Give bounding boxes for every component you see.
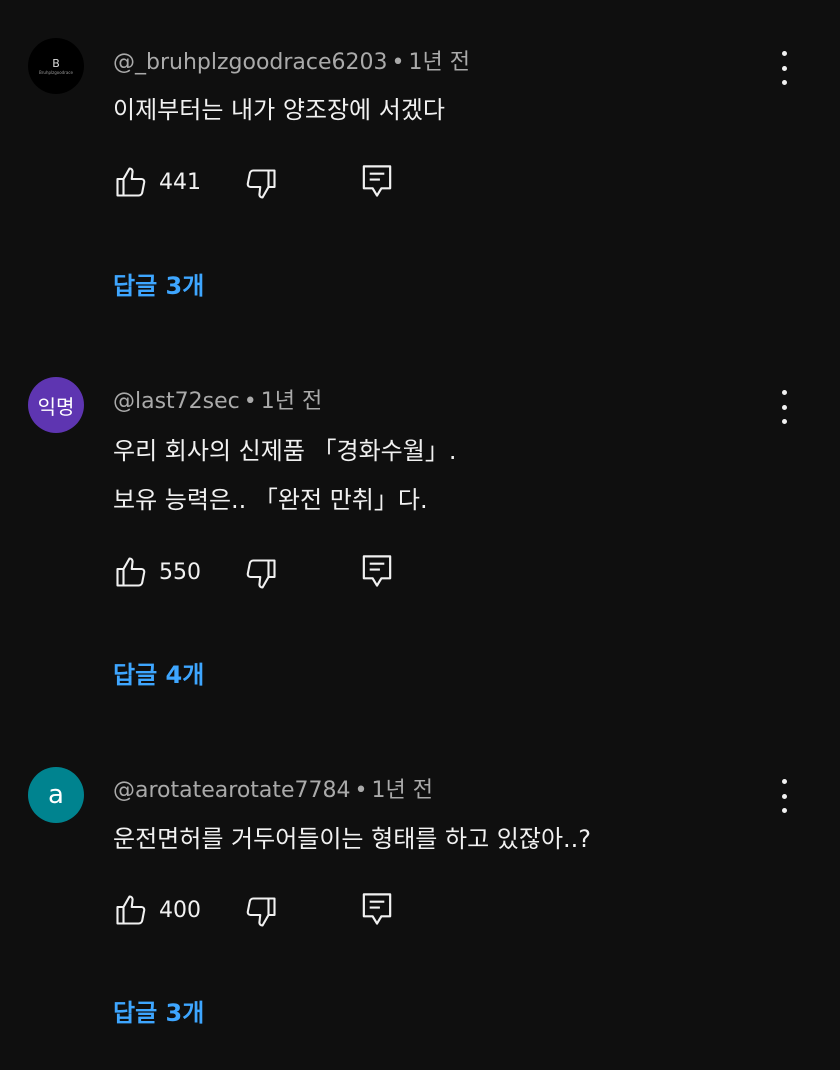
like-count: 550 — [159, 559, 201, 585]
like-button[interactable]: 441 — [113, 164, 201, 200]
reply-comment-icon — [362, 555, 392, 587]
replies-link[interactable]: 답글 4개 — [113, 655, 204, 690]
comment-time[interactable]: 1년 전 — [409, 50, 470, 75]
reply-comment-icon — [362, 165, 392, 197]
comment-author[interactable]: @arotatearotate7784 — [113, 778, 351, 803]
thumb-down-icon — [246, 897, 276, 927]
thumb-up-icon — [116, 167, 146, 197]
avatar-subtext: Bruhplzgoodrace — [39, 69, 73, 75]
like-count: 441 — [159, 169, 201, 195]
comment-meta: @_bruhplzgoodrace6203 • 1년 전 — [113, 44, 470, 76]
avatar[interactable]: B Bruhplzgoodrace — [28, 38, 84, 94]
comment-text: 우리 회사의 신제품 「경화수월」. — [113, 437, 457, 465]
dislike-button[interactable] — [243, 166, 279, 202]
comment-text: 운전면허를 거두어들이는 형태를 하고 있잖아..? — [113, 825, 592, 853]
meta-separator: • — [391, 50, 405, 75]
thumb-down-icon — [246, 559, 276, 589]
more-vertical-icon[interactable] — [772, 390, 796, 424]
comment-author[interactable]: @_bruhplzgoodrace6203 — [113, 50, 388, 75]
comment-author[interactable]: @last72sec — [113, 389, 240, 414]
meta-separator: • — [354, 778, 368, 803]
reply-comment-icon — [362, 893, 392, 925]
comment-text: 이제부터는 내가 양조장에 서겠다 — [113, 96, 446, 124]
reply-button[interactable] — [359, 890, 395, 928]
replies-link[interactable]: 답글 3개 — [113, 266, 204, 301]
like-button[interactable]: 550 — [113, 554, 201, 590]
comment-meta: @arotatearotate7784 • 1년 전 — [113, 772, 433, 804]
replies-link[interactable]: 답글 3개 — [113, 993, 204, 1028]
thumb-down-icon — [246, 169, 276, 199]
avatar[interactable]: a — [28, 767, 84, 823]
dislike-button[interactable] — [243, 556, 279, 592]
comment-text: 보유 능력은.. 「완전 만취」다. — [113, 486, 428, 514]
thumb-up-icon — [116, 557, 146, 587]
avatar-text: a — [48, 780, 64, 810]
more-vertical-icon[interactable] — [772, 51, 796, 85]
like-count: 400 — [159, 897, 201, 923]
thumb-up-icon — [116, 895, 146, 925]
meta-separator: • — [243, 389, 257, 414]
comment-time[interactable]: 1년 전 — [372, 778, 433, 803]
avatar-text: 익명 — [37, 394, 75, 419]
comment-meta: @last72sec • 1년 전 — [113, 383, 322, 415]
like-button[interactable]: 400 — [113, 892, 201, 928]
avatar[interactable]: 익명 — [28, 377, 84, 433]
reply-button[interactable] — [359, 162, 395, 200]
avatar-letter: B — [52, 56, 60, 70]
reply-button[interactable] — [359, 552, 395, 590]
dislike-button[interactable] — [243, 894, 279, 930]
comment-time[interactable]: 1년 전 — [261, 389, 322, 414]
more-vertical-icon[interactable] — [772, 779, 796, 813]
